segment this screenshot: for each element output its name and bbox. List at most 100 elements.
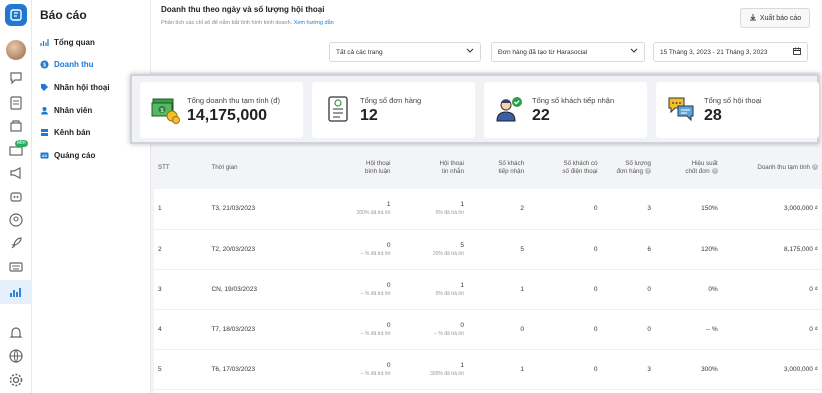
cell-comment-conv: 1 200% đã trả lời xyxy=(314,189,394,229)
cell-close-rate: 300% xyxy=(655,349,722,389)
cell-customers: 1 xyxy=(468,269,528,309)
chart-icon xyxy=(40,38,49,47)
tag-icon xyxy=(40,83,49,92)
sidebar-item-conversation-tags[interactable]: Nhãn hội thoại xyxy=(40,83,110,92)
cell-value: 0 xyxy=(386,361,391,369)
reply-rate-note: -- % đã trả lời xyxy=(360,370,391,377)
bell-icon[interactable] xyxy=(8,325,24,341)
cell-value: 1 xyxy=(386,201,391,209)
order-source-select[interactable]: Đơn hàng đã tạo từ Harasocial xyxy=(491,42,645,62)
sidebar-item-staff[interactable]: Nhân viên xyxy=(40,106,92,115)
help-icon[interactable]: ? xyxy=(644,168,651,175)
cell-time: T7, 18/03/2023 xyxy=(207,309,314,349)
export-report-button[interactable]: Xuất báo cáo xyxy=(740,8,810,28)
col-header-message-conv: Hội thoại tin nhắn xyxy=(439,160,464,175)
cell-orders: 6 xyxy=(602,229,655,269)
sidebar-item-sales-channel[interactable]: Kênh bán xyxy=(40,128,90,137)
page-select[interactable]: Tất cả các trang xyxy=(329,42,481,62)
orders-icon[interactable] xyxy=(8,95,24,111)
chat-icon[interactable] xyxy=(8,70,24,86)
chevron-down-icon xyxy=(630,48,638,56)
cell-phone: 0 xyxy=(528,189,601,229)
cell-value: 150% xyxy=(701,205,718,213)
ads-icon: AD xyxy=(40,151,49,160)
card-value: 14,175,000 xyxy=(187,107,268,124)
sidebar-item-label: Doanh thu xyxy=(54,60,94,69)
rocket-icon[interactable] xyxy=(8,236,24,252)
cell-value: 0 xyxy=(593,285,598,293)
col-header-close-rate: Hiệu suất chốt đơn? xyxy=(685,160,718,175)
app-logo-icon[interactable] xyxy=(5,4,27,26)
card-label: Tổng số đơn hàng xyxy=(360,96,422,105)
cell-comment-conv: 0 -- % đã trả lời xyxy=(314,269,394,309)
cell-revenue: 3,000,000 ₫ xyxy=(722,189,822,229)
cell-comment-conv: 0 -- % đã trả lời xyxy=(314,349,394,389)
box-icon[interactable] xyxy=(8,118,24,134)
sidebar-item-revenue[interactable]: $ Doanh thu xyxy=(40,60,94,69)
reply-rate-note: 0% đã trả lời xyxy=(435,210,464,217)
svg-text:AD: AD xyxy=(42,154,48,158)
reply-rate-note: 300% đã trả lời xyxy=(430,370,464,377)
cell-value: 0% xyxy=(708,285,718,293)
page-subtitle: Phân tích các chỉ số để nắm bắt tình hìn… xyxy=(161,20,334,26)
cell-value: 5 xyxy=(520,245,525,253)
cell-value: 1 xyxy=(460,361,464,369)
page-title: Doanh thu theo ngày và số lượng hội thoạ… xyxy=(161,5,325,14)
table-row: 5 T6, 17/03/2023 0 -- % đã trả lời 1 300% đã … xyxy=(154,349,822,389)
cell-stt: 5 xyxy=(154,349,207,389)
globe-icon[interactable] xyxy=(8,348,24,364)
col-header-comment-conv: Hội thoại bình luận xyxy=(365,160,391,175)
card-label: Tổng số khách tiếp nhận xyxy=(532,96,615,105)
cell-value: 1 xyxy=(460,201,464,209)
settings-gear-icon[interactable] xyxy=(8,372,24,388)
date-range-picker[interactable]: 15 Tháng 3, 2023 - 21 Tháng 3, 2023 xyxy=(653,42,808,62)
megaphone-icon[interactable] xyxy=(8,165,24,181)
cell-value: 8,175,000 ₫ xyxy=(783,245,818,253)
money-icon: $ xyxy=(150,94,180,129)
reply-rate-note: -- % đã trả lời xyxy=(360,290,391,297)
col-header-revenue: Doanh thu tạm tính? xyxy=(757,164,818,171)
card-total-orders: Tổng số đơn hàng 12 xyxy=(312,82,475,138)
table-row: 3 CN, 19/03/2023 0 -- % đã trả lời 1 0% đã tr… xyxy=(154,269,822,309)
cell-value: 3,000,000 ₫ xyxy=(783,365,818,373)
icon-rail: Mới xyxy=(0,0,32,393)
cell-stt: 1 xyxy=(154,189,207,229)
cell-value: 120% xyxy=(701,245,718,253)
report-chart-icon[interactable] xyxy=(8,284,24,300)
help-icon[interactable]: ? xyxy=(812,164,818,171)
cell-value: 0 xyxy=(593,365,598,373)
keyboard-icon[interactable] xyxy=(8,259,24,275)
chat-bubbles-icon xyxy=(666,94,696,129)
cell-value: 0 xyxy=(593,205,598,213)
avatar[interactable] xyxy=(6,40,26,60)
channel-icon xyxy=(40,128,49,137)
export-label: Xuất báo cáo xyxy=(759,14,802,22)
svg-text:$: $ xyxy=(43,62,46,68)
cell-revenue: 0 ₫ xyxy=(722,269,822,309)
svg-text:$: $ xyxy=(160,108,163,114)
col-header-customers: Số khách tiếp nhận xyxy=(498,160,525,175)
contact-icon[interactable] xyxy=(8,212,24,228)
cell-value: 0 xyxy=(386,241,391,249)
cell-close-rate: 0% xyxy=(655,269,722,309)
cell-value: CN, 19/03/2023 xyxy=(211,285,257,293)
summary-cards: $ Tổng doanh thu tạm tính (đ) 14,175,000… xyxy=(130,74,819,144)
cell-orders: 3 xyxy=(602,349,655,389)
subtitle-text: Phân tích các chỉ số để nắm bắt tình hìn… xyxy=(161,20,293,26)
cell-value: 300% xyxy=(701,365,718,373)
bot-icon[interactable] xyxy=(8,188,24,204)
customer-check-icon xyxy=(494,94,524,129)
help-icon[interactable]: ? xyxy=(711,168,718,175)
user-icon xyxy=(40,106,49,115)
sidebar-item-overview[interactable]: Tổng quan xyxy=(40,38,95,47)
cell-time: CN, 19/03/2023 xyxy=(207,269,314,309)
guide-link[interactable]: Xem hướng dẫn xyxy=(294,20,334,26)
cell-phone: 0 xyxy=(528,349,601,389)
new-badge: Mới xyxy=(15,140,28,147)
cell-orders: 3 xyxy=(602,189,655,229)
sidebar-item-ads[interactable]: AD Quảng cáo xyxy=(40,151,95,160)
revenue-icon: $ xyxy=(40,60,49,69)
table-header-row: STT Thời gian Hội thoại bình luận Hội tho… xyxy=(154,147,822,189)
cell-phone: 0 xyxy=(528,269,601,309)
reply-rate-note: -- % đã trả lời xyxy=(433,330,464,337)
